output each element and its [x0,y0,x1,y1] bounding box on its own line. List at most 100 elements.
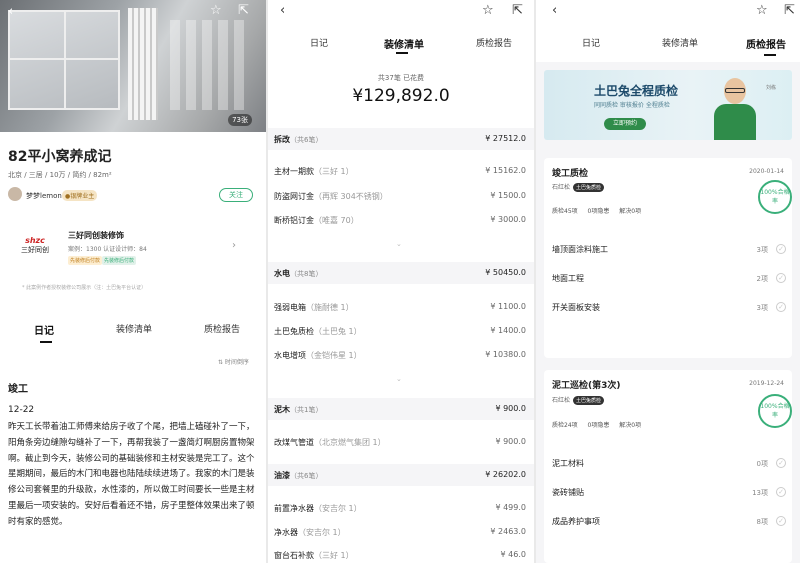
chevron-right-icon[interactable]: › [232,240,236,251]
list-item[interactable]: 土巴兔质检（土巴兔 1） [274,326,362,337]
item-count: 2项 [756,275,768,283]
fine-print: * 此案例作者授权装修公司展示（注：土巴兔平台认证） [22,285,147,291]
user-name[interactable]: 梦梦lemon [26,191,62,201]
tab-diary[interactable]: 日记 [34,322,54,337]
avatar[interactable] [8,187,22,201]
list-item[interactable]: 瓷砖铺贴 [552,487,584,498]
list-item[interactable]: 主材一期款（三好 1） [274,166,354,177]
item-count: 3项 [756,246,768,254]
item-amount: ¥ 499.0 [495,503,526,512]
star-icon[interactable]: ☆ [210,4,222,18]
list-item[interactable]: 改煤气管道（北京燃气集团 1） [274,437,386,448]
check-icon: ✓ [776,516,786,526]
inspector: 石红松 [552,397,571,404]
company-name: 三好同创装修饰 [68,231,124,240]
item-amount: ¥ 900.0 [495,437,526,446]
back-icon[interactable]: ‹ [8,5,13,19]
tab-list[interactable]: 装修清单 [384,36,424,51]
tab-list[interactable]: 装修清单 [662,36,698,49]
chevron-down-icon[interactable]: ⌄ [396,375,402,383]
light-shadow [170,20,250,110]
list-item[interactable]: 成品养护事项 [552,516,600,527]
cover-photo[interactable] [0,0,266,132]
back-icon[interactable]: ‹ [280,4,285,18]
radiator-image [128,8,158,120]
group-label: 油漆 [274,471,290,480]
book-button[interactable]: 立即预约 [604,118,646,130]
share-icon[interactable]: ⇱ [784,4,795,18]
item-count: 13项 [752,489,768,497]
back-icon[interactable]: ‹ [552,4,557,18]
check-icon: ✓ [776,244,786,254]
list-item[interactable]: 前置净水器（安吉尔 1） [274,503,362,514]
entry-text: 昨天工长带着油工师傅来给房子收了个尾，把墙上磕碰补了一下，阳角条旁边缝隙勾缝补了… [8,422,255,527]
group-amount: ¥ 900.0 [495,404,526,413]
chevron-down-icon[interactable]: ⌄ [396,240,402,248]
tab-report[interactable]: 质检报告 [204,322,240,335]
tab-underline [40,341,52,343]
inspector-tag: 土巴兔质检 [573,183,605,192]
share-icon[interactable]: ⇱ [238,4,249,18]
total-label: 共37笔 已花费 [377,74,425,82]
tab-list[interactable]: 装修清单 [116,322,152,335]
item-amount: ¥ 1400.0 [490,326,526,335]
list-item[interactable]: 断桥铝订金（唯嘉 70） [274,215,359,226]
tab-report[interactable]: 质检报告 [746,36,786,51]
star-icon[interactable]: ☆ [482,4,494,18]
item-brand: （金铠伟星 1） [306,351,362,360]
check-icon: ✓ [776,273,786,283]
inspection-stats: 质检45项 0项隐患 解决0项 [552,208,642,215]
item-amount: ¥ 3000.0 [490,215,526,224]
group-header[interactable]: 泥木（共1笔） ¥ 900.0 [268,398,534,420]
list-item[interactable]: 开关面板安装 [552,302,600,313]
list-item[interactable]: 墙顶面涂料施工 [552,244,608,255]
item-name: 断桥铝订金 [274,216,314,225]
item-brand: （安吉尔 1） [298,528,346,537]
item-brand: （土巴兔 1） [314,327,362,336]
inspection-stats: 质检24项 0项隐患 解决0项 [552,422,642,429]
item-count: 3项 [756,304,768,312]
item-brand: （安吉尔 1） [314,504,362,513]
group-header[interactable]: 水电（共8笔） ¥ 50450.0 [268,262,534,284]
item-name: 强弱电箱 [274,303,306,312]
pass-stamp: 100%合格率 [758,394,792,428]
user-level-badge: ●银牌业主 [62,190,98,201]
tab-diary[interactable]: 日记 [582,36,600,49]
sort-toggle[interactable]: ⇅ 时间倒序 [218,357,249,366]
list-item[interactable]: 窗台石补款（三好 1） [274,550,354,561]
list-item[interactable]: 地面工程 [552,273,584,284]
item-brand: （施耐德 1） [306,303,354,312]
item-amount: ¥ 46.0 [500,550,526,559]
inspection-title: 竣工质检 [552,169,589,179]
group-amount: ¥ 27512.0 [485,134,526,143]
item-name: 水电增项 [274,351,306,360]
item-name: 主材一期款 [274,167,314,176]
list-item[interactable]: 泥工材料 [552,458,584,469]
group-amount: ¥ 50450.0 [485,268,526,277]
list-item[interactable]: 强弱电箱（施耐德 1） [274,302,354,313]
list-item[interactable]: 防盗网订金（再辉 304不锈钢） [274,191,388,202]
report-panel: ‹ ☆ ⇱ 日记 装修清单 质检报告 土巴兔全程质检 同同质检 审核报价 全程质… [536,0,800,563]
share-icon[interactable]: ⇱ [512,4,523,18]
group-header[interactable]: 拆改（共6笔） ¥ 27512.0 [268,128,534,150]
tab-diary[interactable]: 日记 [310,36,328,49]
group-count: （共6笔） [290,136,323,144]
group-header[interactable]: 油漆（共6笔） ¥ 26202.0 [268,464,534,486]
case-meta: 北京 / 三居 / 10万 / 简约 / 82m² [8,171,112,179]
group-name: 油漆（共6笔） [274,470,322,481]
promo-banner[interactable]: 土巴兔全程质检 同同质检 审核报价 全程质检 立即预约 刘栋 [544,70,792,140]
group-count: （共6笔） [290,472,323,480]
tab-underline [764,54,776,56]
tab-report[interactable]: 质检报告 [476,36,512,49]
banner-subtitle: 同同质检 审核报价 全程质检 [594,102,670,109]
entry-date: 12-22 [8,405,35,415]
group-amount: ¥ 26202.0 [485,470,526,479]
list-item[interactable]: 水电增项（金铠伟星 1） [274,350,362,361]
window-image [8,10,120,110]
star-icon[interactable]: ☆ [756,4,768,18]
list-item[interactable]: 净水器（安吉尔 1） [274,527,346,538]
inspection-date: 2020-01-14 [749,168,784,175]
banner-title: 土巴兔全程质检 [594,84,679,98]
company-logo: shzc 三好同创 [18,236,52,258]
follow-button[interactable]: 关注 [219,188,253,202]
